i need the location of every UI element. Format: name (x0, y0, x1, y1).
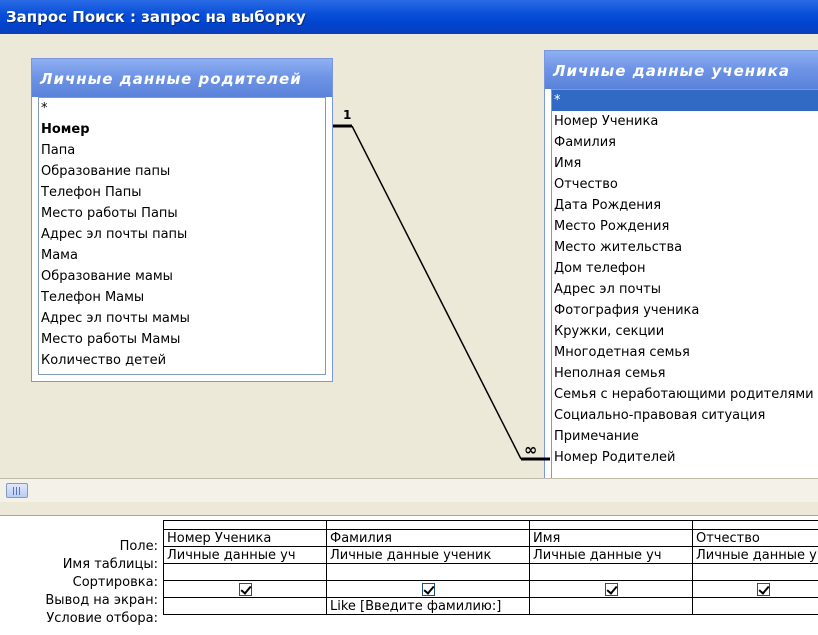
student-field[interactable]: Семья с неработающими родителями (552, 384, 818, 405)
grid-cell-show[interactable] (326, 580, 530, 598)
show-checkbox[interactable] (238, 582, 252, 596)
student-field[interactable]: Номер Родителей (552, 447, 818, 468)
pane-splitter[interactable] (0, 502, 818, 516)
parents-field-key[interactable]: Номер (39, 119, 325, 140)
show-checkbox[interactable] (756, 582, 770, 596)
grid-cell-show[interactable] (692, 580, 818, 598)
relationship-many-label: ∞ (524, 440, 538, 459)
student-field[interactable]: Дом телефон (552, 258, 818, 279)
parents-field[interactable]: Образование папы (39, 161, 325, 182)
parents-field[interactable]: Мама (39, 245, 325, 266)
parents-field[interactable]: Адрес эл почты папы (39, 224, 325, 245)
parents-table[interactable]: Личные данные родителей * Номер Папа Обр… (31, 58, 333, 382)
parents-field[interactable]: Место работы Папы (39, 203, 325, 224)
horizontal-scrollbar[interactable] (0, 478, 818, 502)
show-checkbox[interactable] (421, 582, 435, 596)
student-field[interactable]: Многодетная семья (552, 342, 818, 363)
grid-cell-sort[interactable] (326, 563, 530, 581)
column-selector[interactable] (529, 520, 693, 530)
scroll-thumb-icon[interactable] (6, 483, 28, 498)
parents-field-list[interactable]: * Номер Папа Образование папы Телефон Па… (38, 97, 326, 375)
row-label-table: Имя таблицы: (62, 557, 158, 572)
parents-field[interactable]: Телефон Мамы (39, 287, 325, 308)
grid-cell-field[interactable]: Отчество (692, 529, 818, 547)
grid-cell-criteria[interactable]: Like [Введите фамилию:] (326, 597, 530, 615)
show-checkbox[interactable] (604, 582, 618, 596)
column-selector[interactable] (692, 520, 818, 530)
student-field[interactable]: Кружки, секции (552, 321, 818, 342)
grid-cell-sort[interactable] (529, 563, 693, 581)
student-field[interactable]: Место Рождения (552, 216, 818, 237)
grid-cell-criteria[interactable] (529, 597, 693, 615)
student-table[interactable]: Личные данные ученика * Номер Ученика Фа… (544, 50, 818, 478)
student-field-list[interactable]: * Номер Ученика Фамилия Имя Отчество Дат… (551, 89, 818, 478)
relationship-one-label: 1 (343, 108, 352, 122)
row-label-sort: Сортировка: (72, 575, 158, 590)
grid-cell-table[interactable]: Личные данные уч (529, 546, 693, 564)
row-label-show: Вывод на экран: (45, 593, 158, 608)
grid-cell-field[interactable]: Номер Ученика (163, 529, 327, 547)
grid-cell-show[interactable] (163, 580, 327, 598)
window-title: Запрос Поиск : запрос на выборку (0, 0, 818, 34)
query-design-area: Личные данные родителей * Номер Папа Обр… (0, 34, 818, 478)
grid-cell-field[interactable]: Фамилия (326, 529, 530, 547)
grid-cell-sort[interactable] (692, 563, 818, 581)
parents-field[interactable]: Образование мамы (39, 266, 325, 287)
parents-field[interactable]: Количество детей (39, 350, 325, 371)
student-field-all[interactable]: * (552, 90, 818, 111)
grid-cell-show[interactable] (529, 580, 693, 598)
grid-cell-sort[interactable] (163, 563, 327, 581)
grid-cell-criteria[interactable] (163, 597, 327, 615)
student-table-title[interactable]: Личные данные ученика (545, 51, 818, 89)
parents-table-title[interactable]: Личные данные родителей (32, 59, 332, 97)
parents-field[interactable]: Папа (39, 140, 325, 161)
grid-cell-field[interactable]: Имя (529, 529, 693, 547)
student-field[interactable]: Отчество (552, 174, 818, 195)
grid-cell-table[interactable]: Личные данные уч (163, 546, 327, 564)
student-field[interactable]: Фамилия (552, 132, 818, 153)
parents-field[interactable]: Телефон Папы (39, 182, 325, 203)
parents-field[interactable]: Место работы Мамы (39, 329, 325, 350)
row-label-field: Поле: (119, 539, 158, 554)
query-grid: Поле: Имя таблицы: Сортировка: Вывод на … (0, 516, 818, 635)
student-field[interactable]: Место жительства (552, 237, 818, 258)
student-field[interactable]: Примечание (552, 426, 818, 447)
row-label-criteria: Условие отбора: (46, 611, 158, 626)
student-field[interactable]: Дата Рождения (552, 195, 818, 216)
grid-cell-table[interactable]: Личные данные у (692, 546, 818, 564)
student-field[interactable]: Номер Ученика (552, 111, 818, 132)
query-design-grid[interactable]: Номер Ученика Фамилия Имя Отчество Личны… (163, 520, 818, 615)
student-field[interactable]: Социально-правовая ситуация (552, 405, 818, 426)
parents-field-all[interactable]: * (39, 98, 325, 119)
student-field[interactable]: Неполная семья (552, 363, 818, 384)
column-selector[interactable] (326, 520, 530, 530)
parents-field[interactable]: Адрес эл почты мамы (39, 308, 325, 329)
grid-cell-table[interactable]: Личные данные ученик (326, 546, 530, 564)
column-selector[interactable] (163, 520, 327, 530)
grid-cell-criteria[interactable] (692, 597, 818, 615)
student-field[interactable]: Имя (552, 153, 818, 174)
student-field[interactable]: Адрес эл почты (552, 279, 818, 300)
student-field[interactable]: Фотография ученика (552, 300, 818, 321)
